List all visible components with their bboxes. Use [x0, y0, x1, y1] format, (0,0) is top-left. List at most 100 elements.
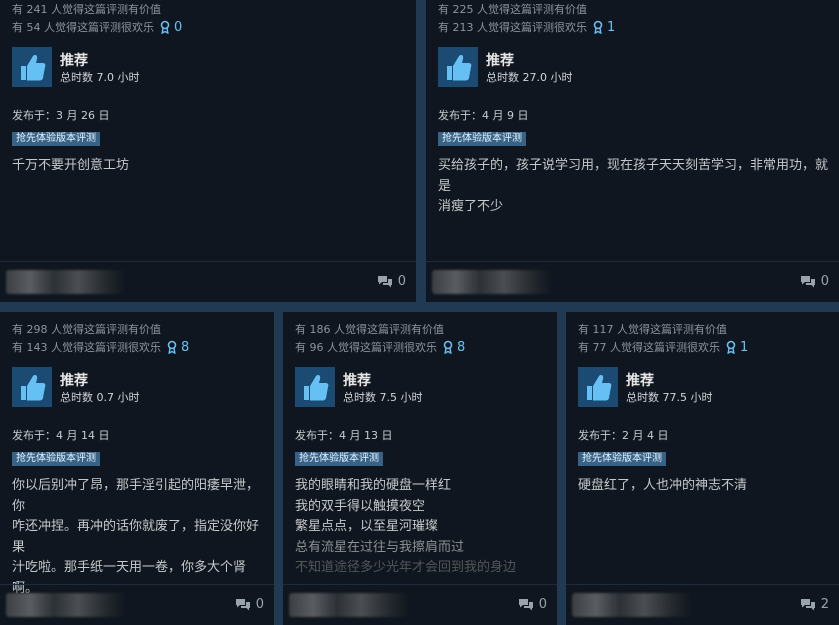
- thumbs-up-icon: [295, 367, 335, 407]
- award-count: 1: [740, 340, 749, 355]
- award-icon: [726, 340, 736, 355]
- review-line: 繁星点点，以至星河璀璨: [295, 519, 439, 534]
- review-text: 我的眼睛和我的硬盘一样红 我的双手得以触摸夜空 繁星点点，以至星河璀璨 总有流星…: [295, 476, 547, 579]
- review-line: 消瘦了不少: [438, 199, 504, 214]
- funny-count: 有 143 人觉得这篇评测很欢乐: [12, 341, 161, 354]
- comment-icon: [518, 599, 533, 611]
- early-access-badge: 抢先体验版本评测: [12, 132, 100, 146]
- comment-button[interactable]: 0: [235, 597, 264, 612]
- helpful-count: 有 186 人觉得这篇评测有价值: [295, 323, 444, 336]
- funny-line: 有 143 人觉得这篇评测很欢乐 8: [12, 339, 264, 357]
- comment-count: 2: [820, 597, 829, 612]
- funny-count: 有 54 人觉得这篇评测很欢乐: [12, 21, 154, 34]
- review-card[interactable]: 有 117 人觉得这篇评测有价值 有 77 人觉得这篇评测很欢乐 1 推荐 总时数…: [566, 312, 839, 625]
- early-access-badge: 抢先体验版本评测: [295, 452, 383, 466]
- comment-button[interactable]: 0: [518, 597, 547, 612]
- comment-button[interactable]: 0: [800, 274, 829, 289]
- review-footer: 0: [0, 584, 274, 625]
- recommendation-header[interactable]: 推荐 总时数 7.5 小时: [295, 367, 547, 407]
- review-card[interactable]: 有 241 人觉得这篇评测有价值 有 54 人觉得这篇评测很欢乐 0 推荐 总时数…: [0, 0, 416, 302]
- review-card[interactable]: 有 298 人觉得这篇评测有价值 有 143 人觉得这篇评测很欢乐 8 推荐 总时…: [0, 312, 274, 625]
- review-footer: 0: [0, 261, 416, 302]
- review-line: 我的双手得以触摸夜空: [295, 498, 426, 514]
- review-footer: 0: [426, 261, 839, 302]
- review-line: 硬盘红了，人也冲的神志不清: [578, 478, 748, 493]
- author-avatar[interactable]: [6, 270, 126, 294]
- posted-date: 发布于：4 月 13 日: [295, 429, 393, 442]
- comment-icon: [235, 599, 250, 611]
- award-button[interactable]: 1: [726, 339, 748, 357]
- recommendation-title: 推荐: [60, 373, 88, 389]
- posted-date: 发布于：3 月 26 日: [12, 109, 110, 122]
- review-footer: 0: [283, 584, 557, 625]
- thumbs-up-icon: [12, 367, 52, 407]
- thumbs-up-icon: [12, 47, 52, 87]
- funny-line: 有 96 人觉得这篇评测很欢乐 8: [295, 339, 547, 357]
- review-line: 咋还冲捏。再冲的话你就废了，指定没你好果: [12, 519, 260, 555]
- recommendation-header[interactable]: 推荐 总时数 27.0 小时: [438, 47, 829, 87]
- review-card[interactable]: 有 186 人觉得这篇评测有价值 有 96 人觉得这篇评测很欢乐 8 推荐 总时数…: [283, 312, 557, 625]
- posted-date: 发布于：2 月 4 日: [578, 429, 669, 442]
- award-button[interactable]: 0: [160, 19, 182, 37]
- early-access-badge: 抢先体验版本评测: [12, 452, 100, 466]
- review-text: 买给孩子的，孩子说学习用，现在孩子天天刻苦学习，非常用功，就是 消瘦了不少: [438, 156, 829, 218]
- early-access-badge: 抢先体验版本评测: [438, 132, 526, 146]
- comment-count: 0: [820, 274, 829, 289]
- posted-date: 发布于：4 月 9 日: [438, 109, 529, 122]
- review-card[interactable]: 有 225 人觉得这篇评测有价值 有 213 人觉得这篇评测很欢乐 1 推荐 总时…: [426, 0, 839, 302]
- award-icon: [160, 20, 170, 35]
- review-text: 硬盘红了，人也冲的神志不清: [578, 476, 829, 497]
- award-icon: [593, 20, 603, 35]
- thumbs-up-icon: [578, 367, 618, 407]
- funny-count: 有 96 人觉得这篇评测很欢乐: [295, 341, 437, 354]
- comment-count: 0: [397, 274, 406, 289]
- award-count: 8: [457, 340, 466, 355]
- recommendation-title: 推荐: [343, 373, 371, 389]
- review-line: 你以后别冲了昂，那手淫引起的阳痿早泄，你: [12, 478, 260, 514]
- funny-line: 有 77 人觉得这篇评测很欢乐 1: [578, 339, 829, 357]
- funny-line: 有 213 人觉得这篇评测很欢乐 1: [438, 19, 829, 37]
- funny-count: 有 77 人觉得这篇评测很欢乐: [578, 341, 720, 354]
- author-avatar[interactable]: [572, 593, 692, 617]
- recommendation-title: 推荐: [60, 53, 88, 69]
- review-line: 我的眼睛和我的硬盘一样红: [295, 478, 452, 493]
- award-count: 8: [181, 340, 190, 355]
- posted-date: 发布于：4 月 14 日: [12, 429, 110, 442]
- recommendation-header[interactable]: 推荐 总时数 7.0 小时: [12, 47, 406, 87]
- comment-count: 0: [255, 597, 264, 612]
- review-line: 千万不要开创意工坊: [12, 158, 130, 173]
- recommendation-header[interactable]: 推荐 总时数 77.5 小时: [578, 367, 829, 407]
- comment-icon: [377, 276, 392, 288]
- recommendation-header[interactable]: 推荐 总时数 0.7 小时: [12, 367, 264, 407]
- thumbs-up-icon: [438, 47, 478, 87]
- comment-button[interactable]: 0: [377, 274, 406, 289]
- comment-icon: [800, 276, 815, 288]
- award-button[interactable]: 8: [443, 339, 465, 357]
- recommendation-title: 推荐: [486, 53, 514, 69]
- recommendation-title: 推荐: [626, 373, 654, 389]
- review-text: 千万不要开创意工坊: [12, 156, 406, 177]
- award-icon: [167, 340, 177, 355]
- review-footer: 2: [566, 584, 839, 625]
- funny-line: 有 54 人觉得这篇评测很欢乐 0: [12, 19, 406, 37]
- helpful-count: 有 117 人觉得这篇评测有价值: [578, 323, 727, 336]
- comment-icon: [800, 599, 815, 611]
- playtime-hours: 总时数 7.5 小时: [343, 391, 423, 404]
- award-button[interactable]: 1: [593, 19, 615, 37]
- comment-button[interactable]: 2: [800, 597, 829, 612]
- funny-count: 有 213 人觉得这篇评测很欢乐: [438, 21, 587, 34]
- author-avatar[interactable]: [432, 270, 552, 294]
- award-count: 1: [607, 20, 616, 35]
- author-avatar[interactable]: [6, 593, 126, 617]
- early-access-badge: 抢先体验版本评测: [578, 452, 666, 466]
- playtime-hours: 总时数 77.5 小时: [626, 391, 713, 404]
- playtime-hours: 总时数 0.7 小时: [60, 391, 140, 404]
- award-button[interactable]: 8: [167, 339, 189, 357]
- helpful-count: 有 225 人觉得这篇评测有价值: [438, 3, 587, 16]
- author-avatar[interactable]: [289, 593, 409, 617]
- helpful-count: 有 241 人觉得这篇评测有价值: [12, 3, 161, 16]
- award-count: 0: [174, 20, 183, 35]
- review-line: 买给孩子的，孩子说学习用，现在孩子天天刻苦学习，非常用功，就是: [438, 158, 829, 194]
- playtime-hours: 总时数 27.0 小时: [486, 71, 573, 84]
- award-icon: [443, 340, 453, 355]
